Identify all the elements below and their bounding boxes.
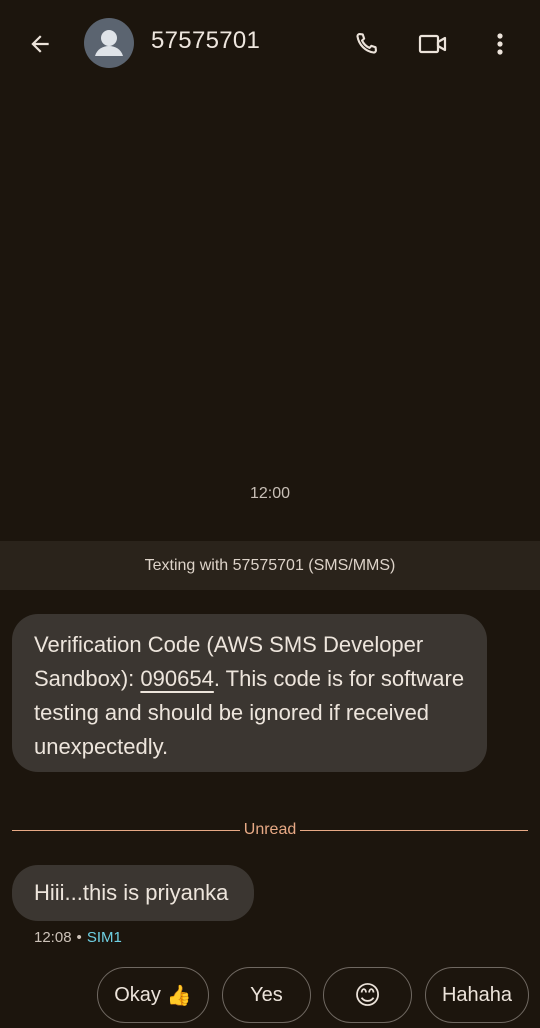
texting-info-banner: Texting with 57575701 (SMS/MMS)	[0, 541, 540, 590]
smart-reply-okay-label: Okay	[114, 983, 161, 1006]
smart-reply-hahaha-label: Hahaha	[441, 983, 513, 1006]
smart-reply-hahaha[interactable]: Hahaha	[425, 967, 529, 1023]
message-meta: 12:08 • SIM1	[34, 929, 122, 946]
more-vert-icon[interactable]	[480, 22, 520, 66]
smiling-face-emoji: 😊	[353, 979, 382, 1010]
phone-icon[interactable]	[344, 22, 388, 66]
smart-reply-okay[interactable]: Okay 👍	[97, 967, 209, 1023]
smart-reply-yes-label: Yes	[250, 983, 283, 1006]
message-time: 12:08	[34, 929, 72, 946]
conversation-timestamp: 12:00	[249, 485, 291, 502]
smart-reply-yes[interactable]: Yes	[222, 967, 311, 1023]
top-app-bar: 57575701	[0, 0, 540, 88]
message-bubble-incoming[interactable]: Hiii...this is priyanka	[12, 865, 254, 921]
video-call-icon[interactable]	[410, 22, 456, 66]
message-text: Hiii...this is priyanka	[34, 880, 229, 905]
sim-label: SIM1	[86, 929, 122, 946]
smart-reply-smile[interactable]: 😊	[323, 967, 412, 1023]
message-text: Verification Code (AWS SMS Developer San…	[34, 628, 467, 764]
thumbs-up-emoji: 👍	[166, 984, 192, 1007]
unread-divider: Unread	[12, 818, 529, 842]
verification-code-link[interactable]: 090654	[140, 666, 213, 691]
back-arrow-icon[interactable]	[18, 22, 62, 66]
unread-divider-line-left	[12, 829, 240, 831]
conversation-title[interactable]: 57575701	[151, 27, 260, 55]
contact-avatar-icon[interactable]	[84, 18, 134, 68]
separator-dot: •	[76, 929, 82, 946]
unread-label: Unread	[243, 821, 297, 838]
message-bubble-verification[interactable]: Verification Code (AWS SMS Developer San…	[12, 614, 487, 772]
unread-divider-line-right	[300, 829, 529, 831]
